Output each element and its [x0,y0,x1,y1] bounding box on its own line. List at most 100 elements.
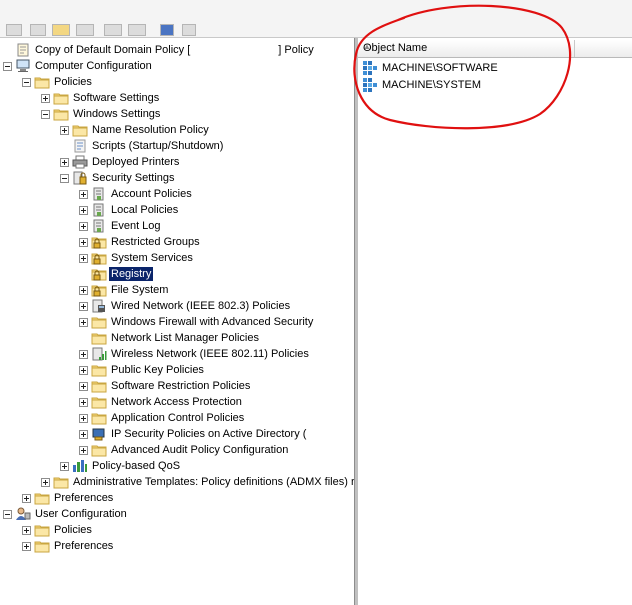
tree-node-label[interactable]: Software Restriction Policies [109,379,252,393]
tree-node[interactable]: Name Resolution Policy [57,122,354,138]
tree-node-label[interactable]: IP Security Policies on Active Directory… [109,427,308,441]
view-icon[interactable] [182,24,196,36]
tree-node[interactable]: Deployed Printers [57,154,354,170]
expand-icon[interactable] [41,94,50,103]
collapse-icon[interactable] [41,110,50,119]
expand-icon[interactable] [41,478,50,487]
tree-node-label[interactable]: Security Settings [90,171,177,185]
expand-icon[interactable] [79,398,88,407]
tree-node[interactable]: Computer Configuration [0,58,354,74]
tree-node[interactable]: Preferences [19,538,354,554]
expand-icon[interactable] [79,190,88,199]
expand-icon[interactable] [79,222,88,231]
tree-node[interactable]: Registry [76,266,354,282]
collapse-icon[interactable] [60,174,69,183]
tree-node[interactable]: Software Settings [38,90,354,106]
tree-node-label[interactable]: Application Control Policies [109,411,246,425]
expand-icon[interactable] [79,254,88,263]
tree-node-label[interactable]: Network Access Protection [109,395,244,409]
tree-node-label[interactable]: Computer Configuration [33,59,154,73]
tree-node[interactable]: Account Policies [76,186,354,202]
back-icon[interactable] [6,24,22,36]
tree-node-label[interactable]: Restricted Groups [109,235,202,249]
expand-icon[interactable] [60,158,69,167]
tree-node[interactable]: Restricted Groups [76,234,354,250]
tree-node-label[interactable]: Wireless Network (IEEE 802.11) Policies [109,347,311,361]
tree-node[interactable]: Event Log [76,218,354,234]
folder-up-icon[interactable] [52,24,70,36]
collapse-icon[interactable] [22,78,31,87]
forward-icon[interactable] [30,24,46,36]
tree-node-label[interactable]: Preferences [52,491,115,505]
tree-node-label[interactable]: Windows Firewall with Advanced Security [109,315,315,329]
tree-node[interactable]: IP Security Policies on Active Directory… [76,426,354,442]
properties-icon[interactable] [128,24,146,36]
tree-node[interactable]: Policies [19,522,354,538]
tree-node-label[interactable]: Preferences [52,539,115,553]
tree-node-label[interactable]: System Services [109,251,195,265]
tree-node[interactable]: Wired Network (IEEE 802.3) Policies [76,298,354,314]
tree-node[interactable]: Policy-based QoS [57,458,354,474]
tree-node-label[interactable]: Local Policies [109,203,180,217]
tree-node[interactable]: User Configuration [0,506,354,522]
expand-icon[interactable] [79,382,88,391]
expand-icon[interactable] [79,366,88,375]
tree-node-label[interactable]: Account Policies [109,187,194,201]
tree-node[interactable]: Security Settings [57,170,354,186]
tree-node[interactable]: Software Restriction Policies [76,378,354,394]
tree-node-label[interactable]: File System [109,283,170,297]
expand-icon[interactable] [60,462,69,471]
expand-icon[interactable] [60,126,69,135]
expand-icon[interactable] [79,318,88,327]
column-header-object-name[interactable]: Object Name ▲ [358,40,575,57]
tree-node-label[interactable]: Public Key Policies [109,363,206,377]
tree-node-label[interactable]: Windows Settings [71,107,162,121]
tree-node-label[interactable]: Policies [52,75,94,89]
tree-node-label[interactable]: Policy-based QoS [90,459,182,473]
tree-node-label[interactable]: Deployed Printers [90,155,181,169]
tree-node[interactable]: File System [76,282,354,298]
tree-node[interactable]: Windows Settings [38,106,354,122]
tree-node[interactable]: Windows Firewall with Advanced Security [76,314,354,330]
tree-node-label[interactable]: Copy of Default Domain Policy [] Policy [33,43,316,57]
tree-node-label[interactable]: Event Log [109,219,163,233]
tree-node-label[interactable]: Administrative Templates: Policy definit… [71,475,354,489]
expand-icon[interactable] [79,446,88,455]
tree-node[interactable]: Network List Manager Policies [76,330,354,346]
expand-icon[interactable] [22,542,31,551]
tree-node-label[interactable]: Registry [109,267,154,281]
tree-node[interactable]: Public Key Policies [76,362,354,378]
collapse-icon[interactable] [3,62,12,71]
expand-icon[interactable] [79,430,88,439]
cut-icon[interactable] [104,24,122,36]
tree-node[interactable]: Administrative Templates: Policy definit… [38,474,354,490]
expand-icon[interactable] [79,350,88,359]
tree-node[interactable]: Network Access Protection [76,394,354,410]
expand-icon[interactable] [79,302,88,311]
tree-node-label[interactable]: Software Settings [71,91,161,105]
expand-icon[interactable] [79,286,88,295]
expand-icon[interactable] [22,494,31,503]
expand-icon[interactable] [79,206,88,215]
tree-node[interactable]: System Services [76,250,354,266]
tree-node-label[interactable]: Network List Manager Policies [109,331,261,345]
tree-node[interactable]: Copy of Default Domain Policy [] Policy [0,42,354,58]
details-pane[interactable]: Object Name ▲ MACHINE\SOFTWARE MACHINE\SY… [358,38,632,605]
help-icon[interactable] [160,24,174,36]
tree-node[interactable]: Wireless Network (IEEE 802.11) Policies [76,346,354,362]
expand-icon[interactable] [22,526,31,535]
tree-node[interactable]: Local Policies [76,202,354,218]
tree-node-label[interactable]: Policies [52,523,94,537]
tree-node[interactable]: Preferences [19,490,354,506]
expand-icon[interactable] [79,414,88,423]
collapse-icon[interactable] [3,510,12,519]
tree-pane[interactable]: Copy of Default Domain Policy [] Policy C… [0,38,354,605]
tree-node[interactable]: Policies [19,74,354,90]
tree-node[interactable]: Application Control Policies [76,410,354,426]
tree-node-label[interactable]: Wired Network (IEEE 802.3) Policies [109,299,292,313]
tree-node-label[interactable]: Name Resolution Policy [90,123,211,137]
tree-node[interactable]: Scripts (Startup/Shutdown) [57,138,354,154]
tree-node-label[interactable]: Advanced Audit Policy Configuration [109,443,290,457]
expand-icon[interactable] [79,238,88,247]
show-hide-tree-icon[interactable] [76,24,94,36]
